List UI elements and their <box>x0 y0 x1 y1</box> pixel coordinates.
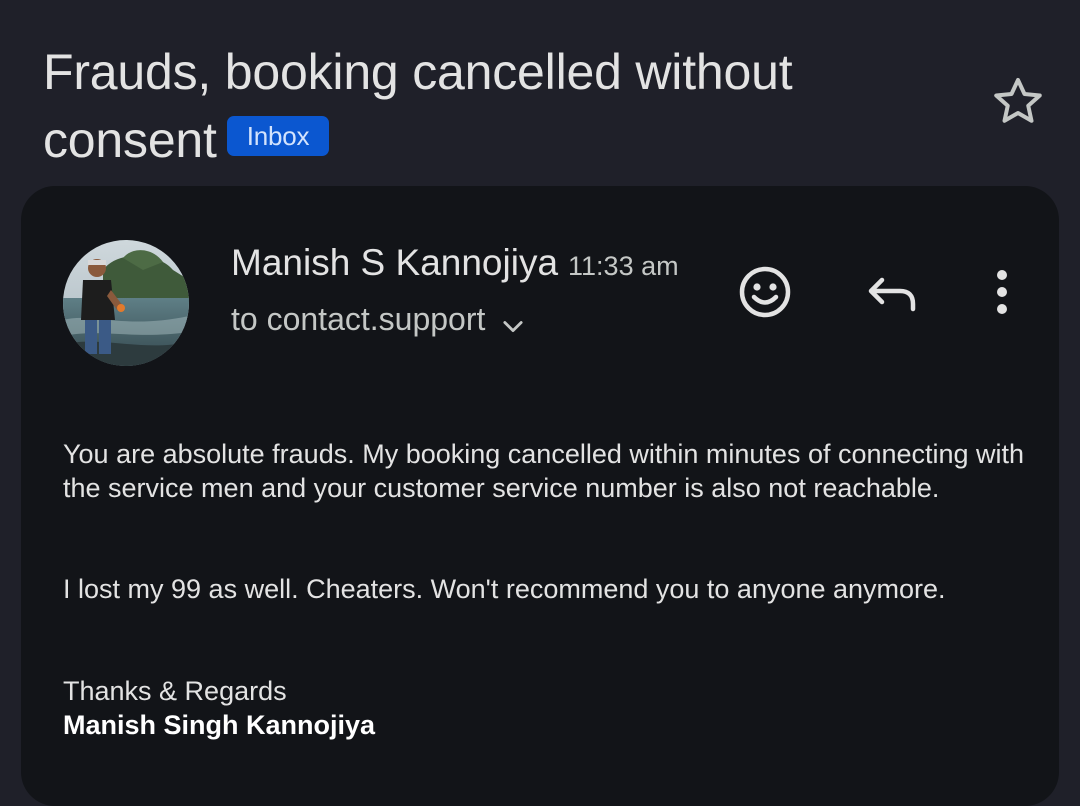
sender-line: Manish S Kannojiya 11:33 am <box>231 238 679 288</box>
star-icon[interactable] <box>988 72 1048 132</box>
body-paragraph-2: I lost my 99 as well. Cheaters. Won't re… <box>63 574 946 604</box>
sender-avatar[interactable] <box>63 240 189 366</box>
body-paragraph-1: You are absolute frauds. My booking canc… <box>63 439 1025 503</box>
recipient-text: to contact.support <box>231 301 486 337</box>
reply-arrow-icon[interactable] <box>862 262 922 322</box>
recipient-details-toggle[interactable]: to contact.support <box>231 296 527 342</box>
more-vert-icon[interactable] <box>972 262 1032 322</box>
email-subject: Frauds, booking cancelled without consen… <box>43 38 943 174</box>
email-body: You are absolute frauds. My booking canc… <box>63 437 1038 505</box>
inbox-label-badge[interactable]: Inbox <box>226 115 330 156</box>
closing-text: Thanks & Regards <box>63 676 287 706</box>
timestamp: 11:33 am <box>568 251 679 281</box>
signature-name: Manish Singh Kannojiya <box>63 710 376 740</box>
sender-name[interactable]: Manish S Kannojiya <box>231 242 558 283</box>
chevron-down-icon[interactable] <box>499 306 527 334</box>
subject-text: Frauds, booking cancelled without consen… <box>43 44 793 168</box>
smiley-face-icon[interactable] <box>735 262 795 322</box>
